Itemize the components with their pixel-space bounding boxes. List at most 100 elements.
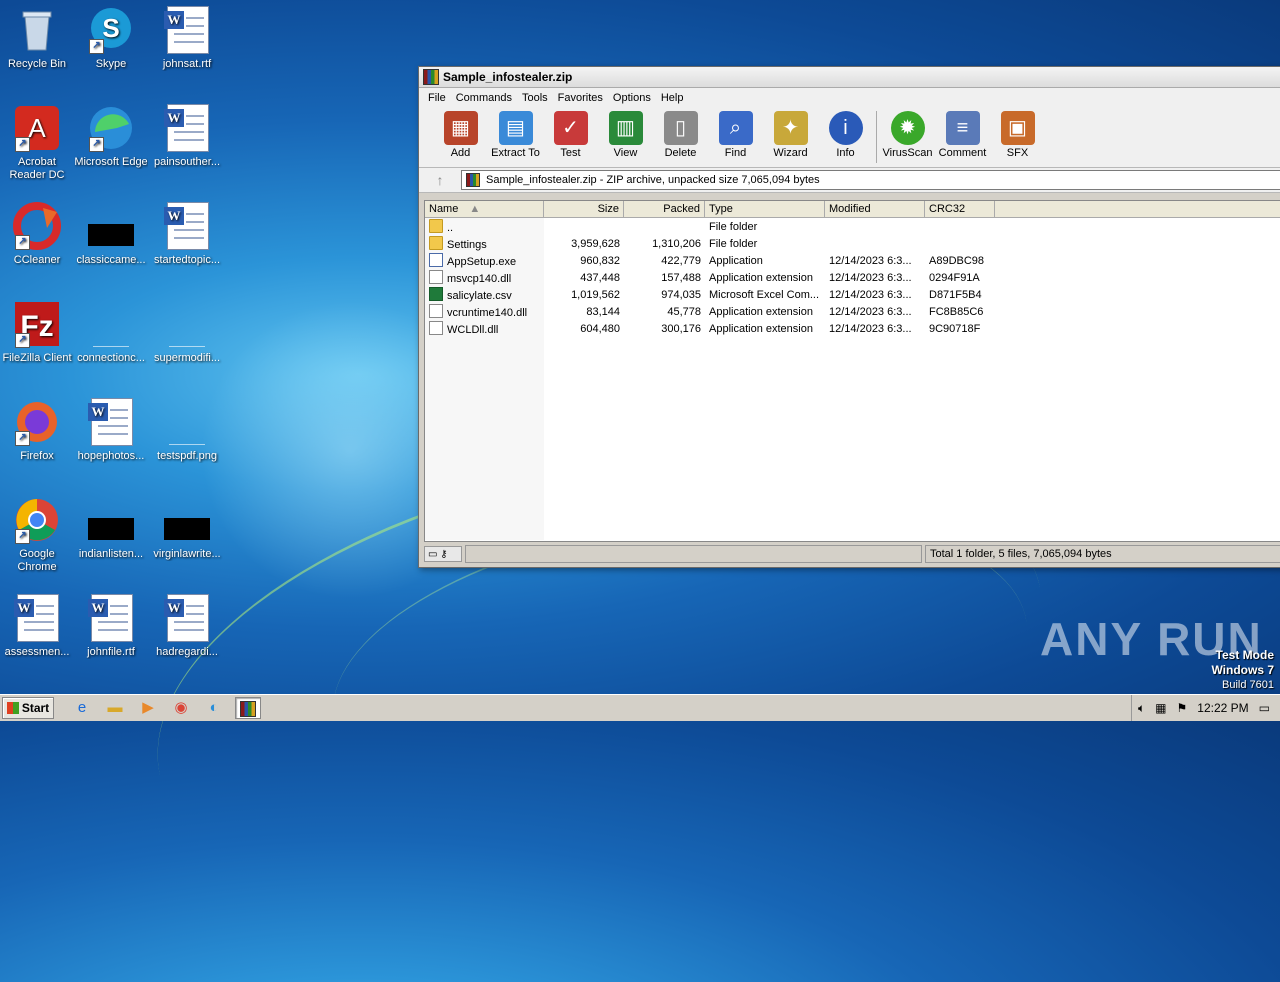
view-book-icon: ▥ — [608, 111, 643, 145]
file-row[interactable]: salicylate.csv 1,019,562 974,035 Microsoft … — [425, 286, 1280, 303]
start-button[interactable]: Start — [2, 697, 54, 719]
desktop-icon-connectionc[interactable]: connectionc... — [74, 300, 148, 365]
show-desktop-icon[interactable]: ▭ — [1259, 701, 1270, 715]
file-name: WCLDll.dll — [425, 321, 544, 336]
test-button[interactable]: ✓ Test — [543, 107, 598, 159]
edge-taskbar-icon[interactable]: ◐ — [202, 698, 226, 718]
info-button[interactable]: i Info — [818, 107, 873, 159]
menu-options[interactable]: Options — [608, 92, 656, 104]
desktop-icon-filezilla[interactable]: Fz ↗ FileZilla Client — [0, 300, 74, 365]
desktop-icon-acrobat[interactable]: A ↗ Acrobat Reader DC — [0, 104, 74, 182]
winrar-icon — [423, 69, 439, 85]
menu-tools[interactable]: Tools — [517, 92, 553, 104]
toolbar-separator — [876, 111, 877, 163]
archive-path-field[interactable]: Sample_infostealer.zip - ZIP archive, un… — [461, 170, 1280, 190]
chrome-icon: ↗ — [13, 496, 61, 544]
desktop-icon-painsouther[interactable]: W painsouther... — [150, 104, 224, 169]
column-modified[interactable]: Modified — [825, 201, 925, 217]
desktop-icon-firefox[interactable]: ↗ Firefox — [0, 398, 74, 463]
explorer-folder-icon[interactable]: ▬ — [103, 698, 127, 718]
desktop-icon-virginlawrite[interactable]: virginlawrite... — [150, 496, 224, 561]
desktop-icon-indianlisten[interactable]: indianlisten... — [74, 496, 148, 561]
desktop-icon-supermodifi[interactable]: supermodifi... — [150, 300, 224, 365]
file-row[interactable]: Settings 3,959,628 1,310,206 File folder — [425, 235, 1280, 252]
desktop-icon-startedtopic[interactable]: W startedtopic... — [150, 202, 224, 267]
virusscan-bug-icon: ✹ — [890, 111, 925, 145]
internet-explorer-icon[interactable]: e — [70, 698, 94, 718]
desktop-icon-johnsat[interactable]: W johnsat.rtf — [150, 6, 224, 71]
file-row[interactable]: AppSetup.exe 960,832 422,779 Application 12/… — [425, 252, 1280, 269]
file-type: Application extension — [709, 322, 813, 335]
file-size: 3,959,628 — [571, 237, 620, 250]
file-row[interactable]: .. File folder — [425, 218, 1280, 235]
desktop-icon-johnfile[interactable]: W johnfile.rtf — [74, 594, 148, 659]
volume-icon[interactable]: 🔈︎ — [1138, 701, 1145, 716]
desktop-icon-hopephotos[interactable]: W hopephotos... — [74, 398, 148, 463]
desktop-icon-edge[interactable]: ↗ Microsoft Edge — [74, 104, 148, 169]
file-modified: 12/14/2023 6:3... — [829, 254, 912, 267]
file-thumbnail-icon — [87, 202, 135, 250]
wizard-button[interactable]: ✦ Wizard — [763, 107, 818, 159]
file-row[interactable]: WCLDll.dll 604,480 300,176 Application exte… — [425, 320, 1280, 337]
up-arrow-icon[interactable]: ↑ — [419, 172, 461, 188]
desktop-icon-chrome[interactable]: ↗ Google Chrome — [0, 496, 74, 574]
column-packed[interactable]: Packed — [624, 201, 705, 217]
network-icon[interactable]: ▦ — [1155, 701, 1166, 715]
desktop-icon-ccleaner[interactable]: ↗ CCleaner — [0, 202, 74, 267]
extract-to-button[interactable]: ▤ Extract To — [488, 107, 543, 159]
file-row[interactable]: vcruntime140.dll 83,144 45,778 Application … — [425, 303, 1280, 320]
ccleaner-icon: ↗ — [13, 202, 61, 250]
folder-icon — [429, 236, 443, 250]
dll-file-icon — [429, 304, 443, 318]
shortcut-arrow-icon: ↗ — [15, 431, 30, 446]
menu-commands[interactable]: Commands — [451, 92, 517, 104]
desktop-icon-hadregardi[interactable]: W hadregardi... — [150, 594, 224, 659]
comment-button[interactable]: ≡ Comment — [935, 107, 990, 159]
find-button[interactable]: ⌕ Find — [708, 107, 763, 159]
view-button[interactable]: ▥ View — [598, 107, 653, 159]
window-titlebar[interactable]: Sample_infostealer.zip — [419, 67, 1280, 88]
shortcut-arrow-icon: ↗ — [15, 529, 30, 544]
desktop-icon-skype[interactable]: S ↗ Skype — [74, 6, 148, 71]
desktop-icon-assessmen[interactable]: W assessmen... — [0, 594, 74, 659]
chrome-taskbar-icon[interactable]: ◉ — [169, 698, 193, 718]
media-player-icon[interactable]: ▶ — [136, 698, 160, 718]
file-crc: D871F5B4 — [929, 288, 982, 301]
winrar-taskbar-icon[interactable] — [235, 697, 261, 719]
status-selection-panel — [465, 545, 922, 563]
file-crc: A89DBC98 — [929, 254, 985, 267]
desktop-icon-recycle-bin[interactable]: Recycle Bin — [0, 6, 74, 71]
menu-file[interactable]: File — [423, 92, 451, 104]
file-thumbnail-icon — [163, 300, 211, 348]
file-type: File folder — [709, 220, 758, 233]
virusscan-button[interactable]: ✹ VirusScan — [880, 107, 935, 159]
sfx-button[interactable]: ▣ SFX — [990, 107, 1045, 159]
file-size: 960,832 — [580, 254, 620, 267]
desktop-icon-classiccame[interactable]: classiccame... — [74, 202, 148, 267]
clock[interactable]: 12:22 PM — [1197, 701, 1248, 715]
status-drive-icon[interactable]: ▭ ⚷ — [424, 546, 462, 562]
delete-trash-icon: ▯ — [663, 111, 698, 145]
archive-path-text: Sample_infostealer.zip - ZIP archive, un… — [486, 174, 820, 186]
file-name: Settings — [425, 236, 544, 251]
column-type[interactable]: Type — [705, 201, 825, 217]
firefox-icon: ↗ — [13, 398, 61, 446]
recycle-bin-icon — [13, 6, 61, 54]
column-size[interactable]: Size — [544, 201, 624, 217]
delete-button[interactable]: ▯ Delete — [653, 107, 708, 159]
file-size: 1,019,562 — [571, 288, 620, 301]
column-crc32[interactable]: CRC32 — [925, 201, 995, 217]
system-tray: 🔈︎ ▦ ⚑ 12:22 PM ▭ — [1130, 695, 1280, 721]
file-packed: 300,176 — [661, 322, 701, 335]
skype-icon: S ↗ — [87, 6, 135, 54]
file-thumbnail-icon — [163, 496, 211, 544]
desktop-icon-testspdf[interactable]: testspdf.png — [150, 398, 224, 463]
file-type: Application — [709, 254, 763, 267]
file-row[interactable]: msvcp140.dll 437,448 157,488 Application ex… — [425, 269, 1280, 286]
menu-favorites[interactable]: Favorites — [553, 92, 608, 104]
action-center-flag-icon[interactable]: ⚑ — [1177, 701, 1188, 715]
add-button[interactable]: ▦ Add — [433, 107, 488, 159]
menu-help[interactable]: Help — [656, 92, 689, 104]
file-packed: 422,779 — [661, 254, 701, 267]
column-name[interactable]: Name ▲ — [425, 201, 544, 217]
